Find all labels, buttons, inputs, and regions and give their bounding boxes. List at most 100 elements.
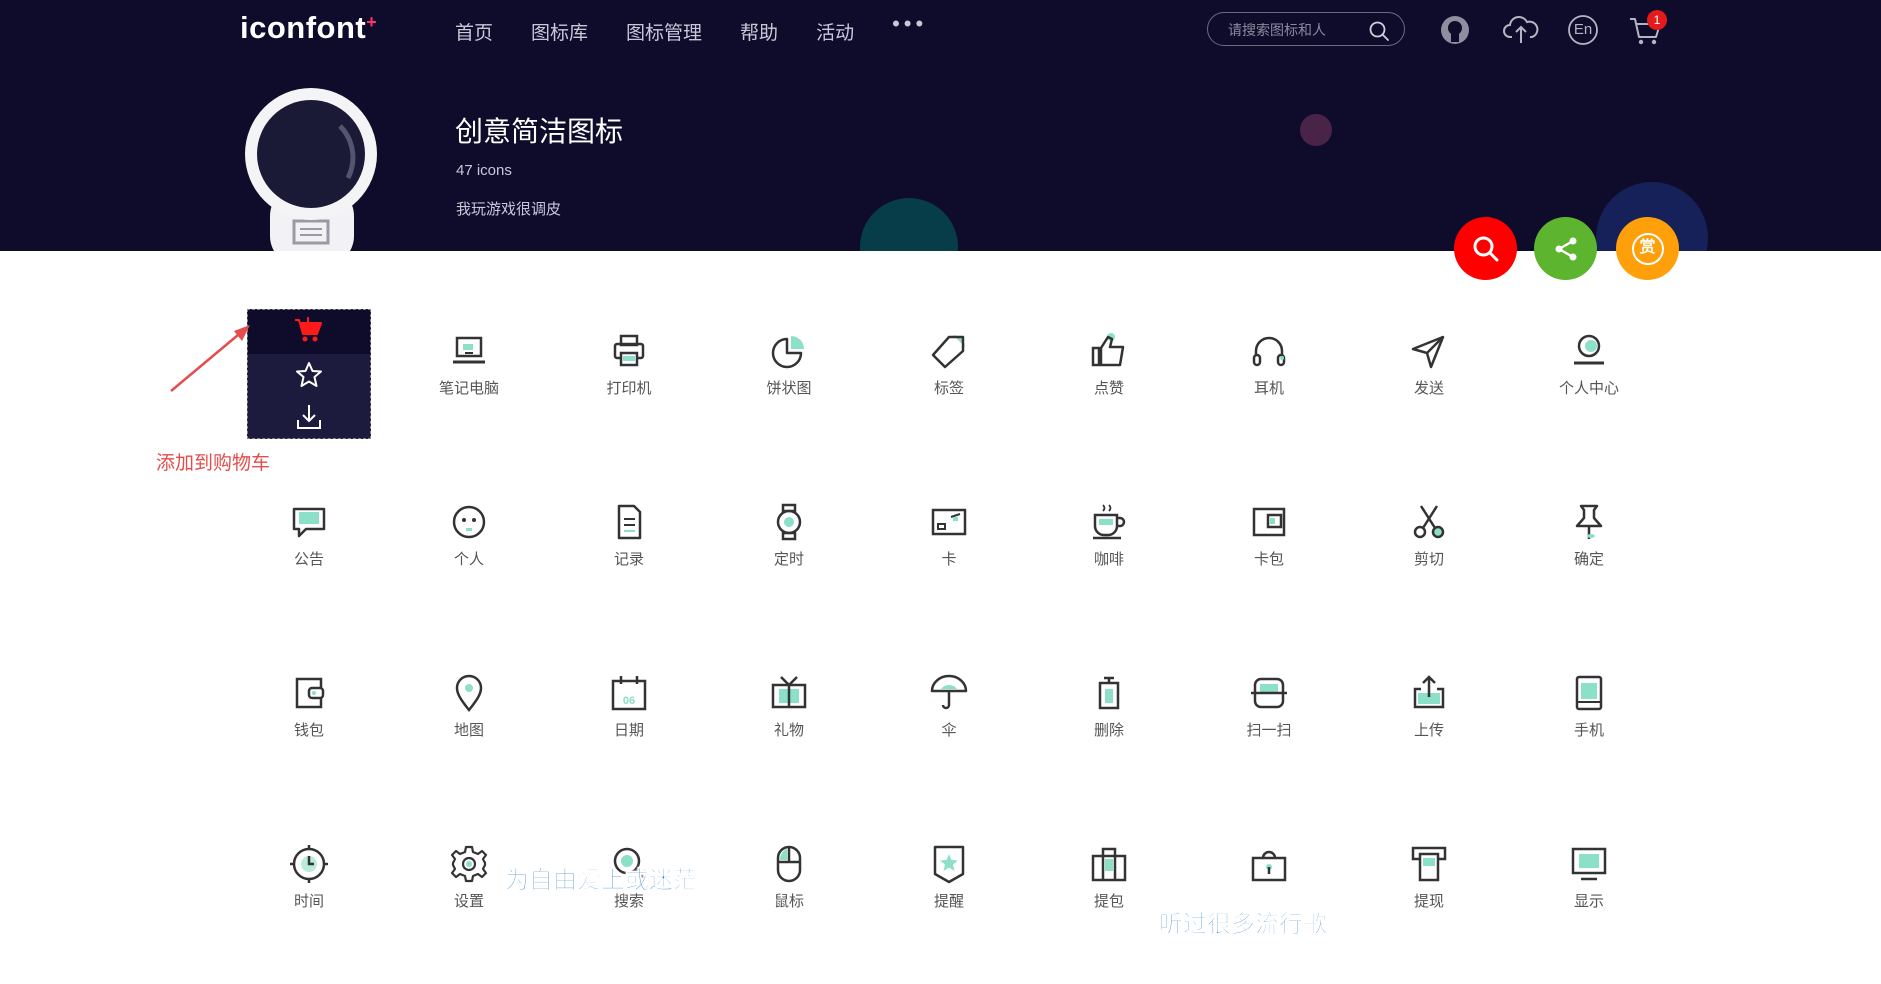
nav-item-home[interactable]: 首页 xyxy=(455,18,493,45)
nav-item-activity[interactable]: 活动 xyxy=(816,18,854,45)
icon-item-send[interactable]: 发送 xyxy=(1349,331,1509,471)
icon-label: 卡 xyxy=(941,551,957,568)
umbrella-icon xyxy=(930,674,968,710)
icon-item-trash[interactable]: 删除 xyxy=(1029,673,1189,813)
download-icon[interactable] xyxy=(294,402,324,437)
search-box[interactable] xyxy=(1207,12,1405,46)
pie-chart-icon xyxy=(771,336,804,369)
add-to-cart-annotation: 添加到购物车 xyxy=(156,453,271,474)
cart-badge: 1 xyxy=(1647,10,1667,30)
icon-item-phone[interactable]: 手机 xyxy=(1509,673,1669,813)
icon-label: 上传 xyxy=(1413,722,1444,739)
phone-icon xyxy=(1575,675,1603,711)
icon-item-gift[interactable]: 礼物 xyxy=(709,673,869,813)
icon-label: 耳机 xyxy=(1253,380,1284,397)
icon-item-mouse[interactable]: 鼠标 xyxy=(709,844,869,984)
nav-item-icon-library[interactable]: 图标库 xyxy=(531,18,588,45)
nav-item-help[interactable]: 帮助 xyxy=(740,18,778,45)
icon-label: 提醒 xyxy=(933,893,964,910)
person-icon xyxy=(452,505,486,539)
icon-label: 确定 xyxy=(1573,551,1604,568)
top-nav: 首页 图标库 图标管理 帮助 活动 ••• xyxy=(455,13,965,45)
icon-item-calendar[interactable]: 06 日期 xyxy=(549,673,709,813)
icon-item-map[interactable]: 地图 xyxy=(389,673,549,813)
search-input[interactable] xyxy=(1226,19,1370,41)
icon-item-watch[interactable]: 定时 xyxy=(709,502,869,642)
scan-icon xyxy=(1251,677,1287,709)
language-icon[interactable]: En xyxy=(1566,13,1600,47)
icon-label: 扫一扫 xyxy=(1246,722,1292,739)
user-center-icon xyxy=(1574,334,1604,365)
icon-label: 个人 xyxy=(453,551,484,568)
icon-item-record[interactable]: 记录 xyxy=(549,502,709,642)
collection-description: 我玩游戏很调皮 xyxy=(456,201,562,218)
icon-label: 日期 xyxy=(613,722,644,739)
mouse-icon xyxy=(776,845,802,883)
icon-item-tag[interactable]: 标签 xyxy=(869,331,1029,471)
cloud-upload-icon[interactable] xyxy=(1502,13,1539,47)
icon-item-wallet[interactable]: 钱包 xyxy=(229,673,389,813)
icon-item-scissors[interactable]: 剪切 xyxy=(1349,502,1509,642)
logo-plus: + xyxy=(366,12,378,32)
send-icon xyxy=(1411,335,1445,369)
laptop-icon xyxy=(453,336,485,364)
coffee-icon xyxy=(1093,504,1126,540)
icon-item-umbrella[interactable]: 伞 xyxy=(869,673,1029,813)
star-collect-icon[interactable] xyxy=(294,360,324,395)
collection-title: 创意简洁图标 xyxy=(455,116,624,147)
nav-more-button[interactable]: ••• xyxy=(892,13,927,45)
icon-label: 删除 xyxy=(1093,722,1124,739)
search-icon[interactable] xyxy=(1368,20,1390,47)
record-icon xyxy=(617,504,642,540)
tag-icon xyxy=(931,335,965,369)
icon-item-coffee[interactable]: 咖啡 xyxy=(1029,502,1189,642)
icon-label: 提现 xyxy=(1413,893,1444,910)
icon-item-thumbs-up[interactable]: 点赞 xyxy=(1029,331,1189,471)
icon-label: 打印机 xyxy=(606,380,652,397)
icon-label: 礼物 xyxy=(773,722,804,739)
icon-item-pin[interactable]: 确定 xyxy=(1509,502,1669,642)
reminder-icon xyxy=(933,845,965,884)
icon-label: 个人中心 xyxy=(1558,380,1619,397)
icon-label: 手机 xyxy=(1573,722,1604,739)
withdraw-icon xyxy=(1411,846,1447,882)
icon-count: 47 icons xyxy=(456,162,512,179)
map-pin-icon xyxy=(455,674,483,713)
decor-circle xyxy=(1300,114,1332,146)
icon-label: 点赞 xyxy=(1093,380,1124,397)
icon-item-announcement[interactable]: 公告 xyxy=(229,502,389,642)
icon-label: 时间 xyxy=(293,893,324,910)
upload-icon xyxy=(1413,675,1445,709)
iconfont-logo[interactable]: iconfont + xyxy=(240,10,377,46)
icon-item-upload[interactable]: 上传 xyxy=(1349,673,1509,813)
icon-item-laptop[interactable]: 笔记电脑 xyxy=(389,331,549,471)
headphones-icon xyxy=(1252,336,1286,367)
icon-hover-card[interactable] xyxy=(247,309,371,439)
icon-item-pie-chart[interactable]: 饼状图 xyxy=(709,331,869,471)
icon-item-clock[interactable]: 时间 xyxy=(229,844,389,984)
icon-item-monitor[interactable]: 显示 xyxy=(1509,844,1669,984)
icon-label: 钱包 xyxy=(293,722,324,739)
header-banner: iconfont+ 首页 图标库 图标管理 帮助 活动 ••• En 1 xyxy=(0,0,1881,251)
icon-item-headphones[interactable]: 耳机 xyxy=(1189,331,1349,471)
icon-item-card[interactable]: 卡 xyxy=(869,502,1029,642)
icon-item-person[interactable]: 个人 xyxy=(389,502,549,642)
icon-item-reminder[interactable]: 提醒 xyxy=(869,844,1029,984)
announcement-icon xyxy=(292,507,326,538)
icon-grid: 笔记电脑 打印机 饼状图 标签 点赞 耳机 发送 个人中心 公告 个人 记录 定… xyxy=(0,251,1881,943)
clock-icon xyxy=(290,845,328,883)
icon-item-card-wallet[interactable]: 卡包 xyxy=(1189,502,1349,642)
annotation-arrow xyxy=(170,325,250,392)
icon-item-scan[interactable]: 扫一扫 xyxy=(1189,673,1349,813)
watch-icon xyxy=(776,503,802,541)
add-to-cart-icon[interactable] xyxy=(294,316,324,349)
icon-label: 饼状图 xyxy=(766,380,812,397)
nav-item-icon-manage[interactable]: 图标管理 xyxy=(626,18,702,45)
icon-label: 笔记电脑 xyxy=(438,380,499,397)
icon-label: 卡包 xyxy=(1253,551,1284,568)
icon-item-withdraw[interactable]: 提现 xyxy=(1349,844,1509,984)
icon-item-user-center[interactable]: 个人中心 xyxy=(1509,331,1669,471)
github-icon[interactable] xyxy=(1438,13,1472,47)
icon-item-printer[interactable]: 打印机 xyxy=(549,331,709,471)
icon-label: 标签 xyxy=(933,380,964,397)
